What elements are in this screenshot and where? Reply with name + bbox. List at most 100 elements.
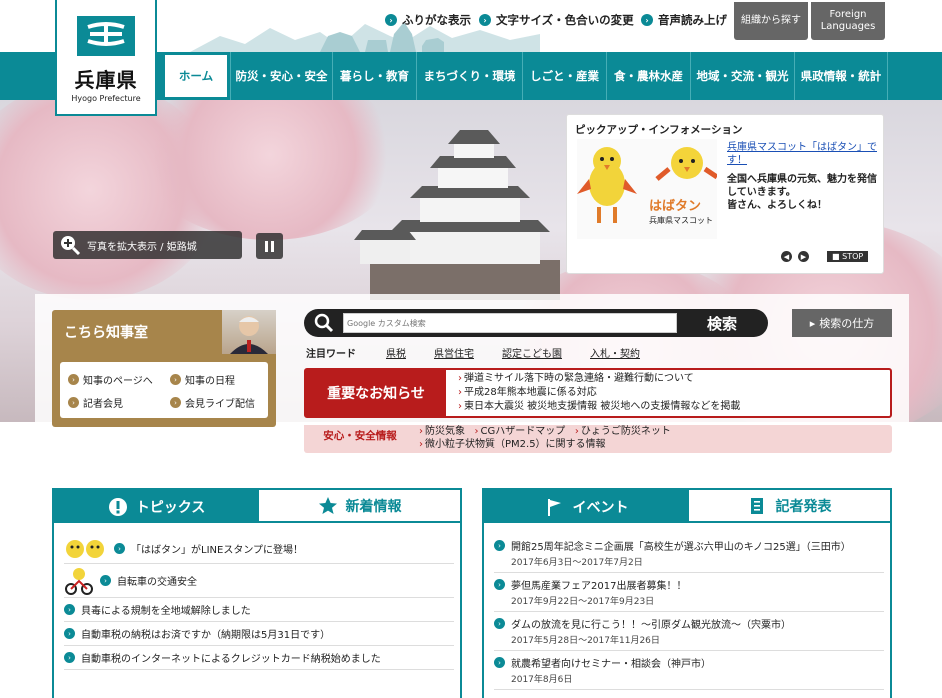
logo-name: 兵庫県: [74, 68, 138, 92]
safety-links: › 防災気象 › CGハザードマップ › ひょうご防災ネット › 微小粒子状物質（PM2…: [419, 425, 671, 451]
list-item[interactable]: › 自動車税のインターネットによるクレジットカード納税始めました: [64, 646, 454, 670]
events-list: › 開館25周年記念ミニ企画展「高校生が選ぶ六甲山のキノコ25選」（三田市） 20…: [494, 534, 884, 690]
tab-new-info[interactable]: 新着情報: [259, 490, 460, 523]
chevron-right-icon: ›: [170, 374, 181, 385]
chevron-right-icon: ›: [479, 14, 491, 26]
flag-icon: [547, 498, 561, 516]
chevron-right-icon: ›: [68, 397, 79, 408]
important-title: 重要なお知らせ: [306, 370, 446, 416]
pause-slideshow-button[interactable]: [256, 233, 283, 259]
chevron-right-icon: ›: [170, 397, 181, 408]
press-conference-link[interactable]: › 記者会見: [68, 395, 123, 410]
important-item[interactable]: › 平成28年熊本地震に係る対応: [458, 386, 740, 400]
hot-words: 注目ワード 県税 県営住宅 認定こども園 入札・契約: [306, 345, 668, 360]
nav-home[interactable]: ホーム: [162, 52, 230, 100]
list-item[interactable]: › 開館25周年記念ミニ企画展「高校生が選ぶ六甲山のキノコ25選」（三田市） 20…: [494, 534, 884, 573]
chevron-right-icon: ›: [494, 579, 505, 590]
prev-icon[interactable]: ◀: [781, 251, 792, 262]
governor-links: › 知事のページへ › 知事の日程 › 記者会見 › 会見ライブ配信: [60, 362, 268, 418]
safety-link[interactable]: › CGハザードマップ: [475, 426, 566, 437]
important-list: › 弾道ミサイル落下時の緊急連絡・避難行動について › 平成28年熊本地震に係る対応…: [458, 372, 740, 414]
governor-page-link[interactable]: › 知事のページへ: [68, 372, 153, 387]
himeji-castle-illustration: [354, 130, 560, 300]
tab-press-release[interactable]: 記者発表: [689, 490, 890, 523]
topics-list: › 「はばタン」がLINEスタンプに登場！ › 自転車の交通安全 › 貝毒による規制を…: [64, 534, 454, 670]
hot-words-label: 注目ワード: [306, 349, 356, 360]
foreign-languages-button[interactable]: Foreign Languages: [811, 2, 885, 40]
safety-info: 安心・安全情報 › 防災気象 › CGハザードマップ › ひょうご防災ネット › 微小粒…: [304, 425, 892, 453]
nav-living-education[interactable]: 暮らし・教育: [332, 52, 416, 100]
hot-word-kodomoen[interactable]: 認定こども園: [502, 345, 562, 360]
search-howto-button[interactable]: ▸ 検索の仕方: [792, 309, 892, 337]
list-item[interactable]: › 貝毒による規制を全地域解除しました: [64, 598, 454, 622]
list-item[interactable]: › 自転車の交通安全: [64, 564, 454, 598]
search-input[interactable]: [343, 313, 677, 333]
search-icon: [314, 313, 334, 333]
topics-box: トピックス 新着情報 › 「はばタン」がLINEスタンプに登場！ › 自転車の交通安…: [52, 488, 462, 698]
safety-link[interactable]: › 微小粒子状物質（PM2.5）に関する情報: [419, 438, 671, 451]
mascot-caption: 兵庫県マスコット: [649, 216, 713, 225]
pause-icon: [265, 240, 268, 252]
mascot-logo-text: はばタン: [649, 199, 702, 214]
chevron-right-icon: ›: [68, 374, 79, 385]
star-icon: [318, 496, 337, 514]
safety-link[interactable]: › ひょうご防災ネット: [575, 426, 671, 437]
chevron-right-icon: ›: [458, 387, 462, 398]
nav-region-tourism[interactable]: 地域・交流・観光: [690, 52, 794, 100]
text-size-color-settings[interactable]: › 文字サイズ・色合いの変更: [479, 12, 634, 28]
list-item[interactable]: › ダムの放流を見に行こう！！～引原ダム観光放流～（宍粟市） 2017年5月28日…: [494, 612, 884, 651]
hot-word-housing[interactable]: 県営住宅: [434, 345, 474, 360]
list-item[interactable]: › 就農希望者向けセミナー・相談会（神戸市） 2017年8月6日: [494, 651, 884, 690]
safety-link[interactable]: › 防災気象: [419, 426, 465, 437]
important-item[interactable]: › 東日本大震災 被災地支援情報 被災地への支援情報などを掲載: [458, 400, 740, 414]
important-item[interactable]: › 弾道ミサイル落下時の緊急連絡・避難行動について: [458, 372, 740, 386]
zoom-in-icon: [61, 236, 81, 256]
hot-word-tax[interactable]: 県税: [386, 345, 406, 360]
habatan-icon: [66, 539, 104, 558]
tab-events[interactable]: イベント: [484, 490, 689, 523]
chevron-right-icon: ›: [385, 14, 397, 26]
governor-photo: [222, 310, 276, 354]
governor-schedule-link[interactable]: › 知事の日程: [170, 372, 235, 387]
chevron-right-icon: ›: [494, 540, 505, 551]
nav-disaster-safety[interactable]: 防災・安心・安全: [230, 52, 332, 100]
chevron-right-icon: ›: [64, 604, 75, 615]
zoom-photo-button[interactable]: 写真を拡大表示 / 姫路城: [53, 231, 242, 259]
nav-prefecture-stats[interactable]: 県政情報・統計: [794, 52, 888, 100]
chevron-right-icon: ›: [458, 373, 462, 384]
site-logo[interactable]: 兵庫県 Hyogo Prefecture: [55, 0, 157, 116]
nav-work-industry[interactable]: しごと・産業: [522, 52, 606, 100]
chevron-right-icon: ›: [458, 401, 462, 412]
exclamation-icon: [108, 497, 127, 516]
chevron-right-icon: ›: [114, 543, 125, 554]
mascot-habatan-image: はばタン 兵庫県マスコット: [577, 139, 719, 239]
chevron-right-icon: ›: [494, 657, 505, 668]
speech-read-aloud[interactable]: › 音声読み上げ: [641, 12, 727, 28]
pickup-title: ピックアップ・インフォメーション: [575, 124, 743, 136]
list-item[interactable]: › 自動車税の納税はお済ですか（納期限は5月31日です）: [64, 622, 454, 646]
pickup-controls: ◀ ▶ ■ STOP: [781, 251, 869, 262]
safety-title: 安心・安全情報: [304, 425, 416, 445]
governor-office-box: こちら知事室 › 知事のページへ › 知事の日程 › 記者会見 › 会見ライブ配信: [52, 310, 276, 427]
stop-button[interactable]: ■ STOP: [827, 251, 869, 262]
furigana-toggle[interactable]: › ふりがな表示: [385, 12, 471, 28]
nav-town-environment[interactable]: まちづくり・環境: [416, 52, 522, 100]
list-item[interactable]: › 「はばタン」がLINEスタンプに登場！: [64, 534, 454, 564]
tab-topics[interactable]: トピックス: [54, 490, 259, 523]
search-button[interactable]: 検索: [680, 309, 764, 337]
list-item[interactable]: › 夢但馬産業フェア2017出展者募集！！ 2017年9月22日～2017年9月2…: [494, 573, 884, 612]
bicycle-icon: [65, 567, 93, 595]
hyogo-emblem-icon: [77, 16, 135, 56]
chevron-right-icon: ›: [641, 14, 653, 26]
play-arrow-icon: ▸: [809, 316, 816, 330]
events-box: イベント 記者発表 › 開館25周年記念ミニ企画展「高校生が選ぶ六甲山のキノコ25…: [482, 488, 892, 698]
chevron-right-icon: ›: [64, 628, 75, 639]
nav-food-agriculture[interactable]: 食・農林水産: [606, 52, 690, 100]
org-search-button[interactable]: 組織から探す: [734, 2, 808, 40]
pickup-text: 全国へ兵庫県の元気、魅力を発信していきます。 皆さん、よろしくね！: [727, 174, 877, 211]
pickup-link[interactable]: 兵庫県マスコット「はばタン」です！: [727, 141, 877, 167]
chevron-right-icon: ›: [100, 575, 111, 586]
live-conference-link[interactable]: › 会見ライブ配信: [170, 395, 255, 410]
hot-word-bidding[interactable]: 入札・契約: [590, 345, 640, 360]
next-icon[interactable]: ▶: [798, 251, 809, 262]
